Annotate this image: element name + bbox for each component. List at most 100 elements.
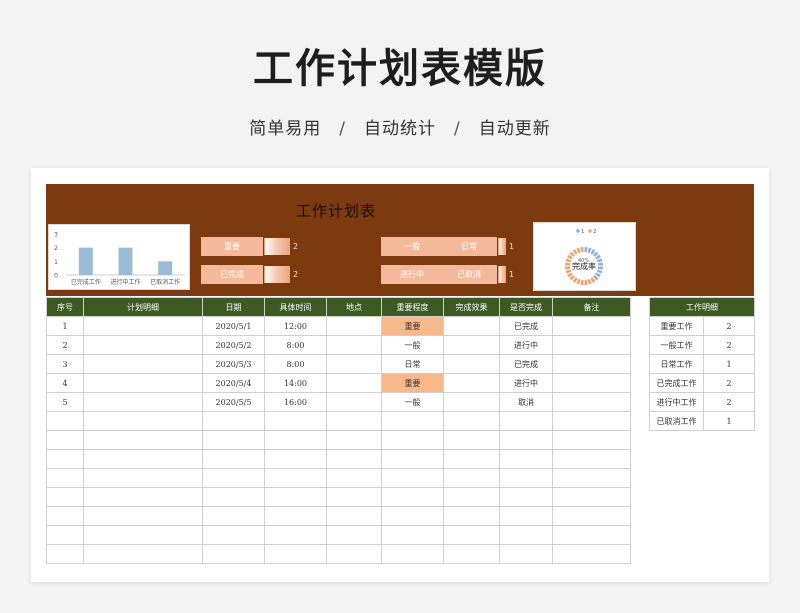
table-cell[interactable] [264,487,327,507]
table-cell[interactable]: 2020/5/4 [202,373,265,393]
table-cell[interactable] [46,506,84,526]
table-cell[interactable] [264,411,327,431]
table-cell[interactable]: 重要 [381,373,444,393]
table-cell[interactable] [326,430,382,450]
table-cell[interactable] [264,506,327,526]
table-cell[interactable]: 重要 [381,316,444,336]
table-cell[interactable] [443,373,500,393]
table-cell[interactable] [202,544,265,564]
table-cell[interactable] [46,430,84,450]
table-cell[interactable] [552,373,631,393]
table-cell[interactable] [552,506,631,526]
table-cell[interactable] [46,525,84,545]
work-detail-cell[interactable]: 1 [703,411,755,431]
table-cell[interactable]: 2020/5/3 [202,354,265,374]
work-detail-cell[interactable]: 已取消工作 [649,411,704,431]
table-cell[interactable] [83,468,203,488]
table-cell[interactable] [326,373,382,393]
table-cell[interactable] [552,525,631,545]
table-cell[interactable] [552,449,631,469]
table-cell[interactable]: 5 [46,392,84,412]
table-cell[interactable] [326,449,382,469]
column-header[interactable]: 计划明细 [83,297,203,317]
work-detail-cell[interactable]: 1 [703,354,755,374]
table-cell[interactable] [381,525,444,545]
column-header[interactable]: 具体时间 [264,297,327,317]
table-cell[interactable] [499,525,553,545]
table-cell[interactable] [46,449,84,469]
table-cell[interactable]: 取消 [499,392,553,412]
table-cell[interactable] [552,316,631,336]
work-detail-cell[interactable]: 2 [703,335,755,355]
table-cell[interactable] [264,544,327,564]
table-cell[interactable]: 2020/5/2 [202,335,265,355]
column-header[interactable]: 日期 [202,297,265,317]
table-cell[interactable] [381,544,444,564]
table-cell[interactable] [83,354,203,374]
table-cell[interactable] [326,544,382,564]
table-cell[interactable] [202,430,265,450]
work-detail-cell[interactable]: 2 [703,392,755,412]
column-header[interactable]: 完成效果 [443,297,500,317]
table-cell[interactable]: 8:00 [264,354,327,374]
table-cell[interactable] [83,335,203,355]
table-cell[interactable] [46,411,84,431]
table-cell[interactable] [381,487,444,507]
table-cell[interactable] [83,430,203,450]
table-cell[interactable] [499,468,553,488]
table-cell[interactable] [552,392,631,412]
work-detail-cell[interactable]: 2 [703,316,755,336]
table-cell[interactable] [46,468,84,488]
table-cell[interactable] [46,487,84,507]
table-cell[interactable]: 进行中 [499,335,553,355]
column-header[interactable]: 地点 [326,297,382,317]
table-cell[interactable] [443,468,500,488]
table-cell[interactable]: 12:00 [264,316,327,336]
table-cell[interactable] [46,544,84,564]
table-cell[interactable] [326,487,382,507]
work-detail-cell[interactable]: 进行中工作 [649,392,704,412]
table-cell[interactable] [326,506,382,526]
table-cell[interactable] [552,354,631,374]
table-cell[interactable] [552,335,631,355]
table-cell[interactable] [552,487,631,507]
table-cell[interactable] [202,487,265,507]
table-cell[interactable] [202,525,265,545]
table-cell[interactable] [83,525,203,545]
table-cell[interactable] [443,411,500,431]
table-cell[interactable]: 3 [46,354,84,374]
table-cell[interactable] [381,506,444,526]
table-cell[interactable] [83,487,203,507]
work-detail-cell[interactable]: 2 [703,373,755,393]
table-cell[interactable] [443,316,500,336]
table-cell[interactable] [326,411,382,431]
table-cell[interactable] [552,411,631,431]
column-header[interactable]: 备注 [552,297,631,317]
table-cell[interactable] [326,525,382,545]
column-header[interactable]: 是否完成 [499,297,553,317]
table-cell[interactable] [443,544,500,564]
table-cell[interactable] [499,430,553,450]
work-detail-cell[interactable]: 重要工作 [649,316,704,336]
table-cell[interactable]: 进行中 [499,373,553,393]
table-cell[interactable] [443,430,500,450]
table-cell[interactable]: 14:00 [264,373,327,393]
table-cell[interactable] [381,430,444,450]
table-cell[interactable]: 2020/5/5 [202,392,265,412]
table-cell[interactable] [326,468,382,488]
table-cell[interactable] [83,373,203,393]
table-cell[interactable] [83,544,203,564]
table-cell[interactable] [443,487,500,507]
table-cell[interactable]: 8:00 [264,335,327,355]
table-cell[interactable] [443,449,500,469]
table-cell[interactable] [443,354,500,374]
table-cell[interactable] [381,449,444,469]
table-cell[interactable]: 日常 [381,354,444,374]
table-cell[interactable] [326,354,382,374]
table-cell[interactable] [443,506,500,526]
table-cell[interactable] [83,316,203,336]
table-cell[interactable]: 已完成 [499,316,553,336]
table-cell[interactable]: 2 [46,335,84,355]
table-cell[interactable] [443,335,500,355]
table-cell[interactable] [83,506,203,526]
